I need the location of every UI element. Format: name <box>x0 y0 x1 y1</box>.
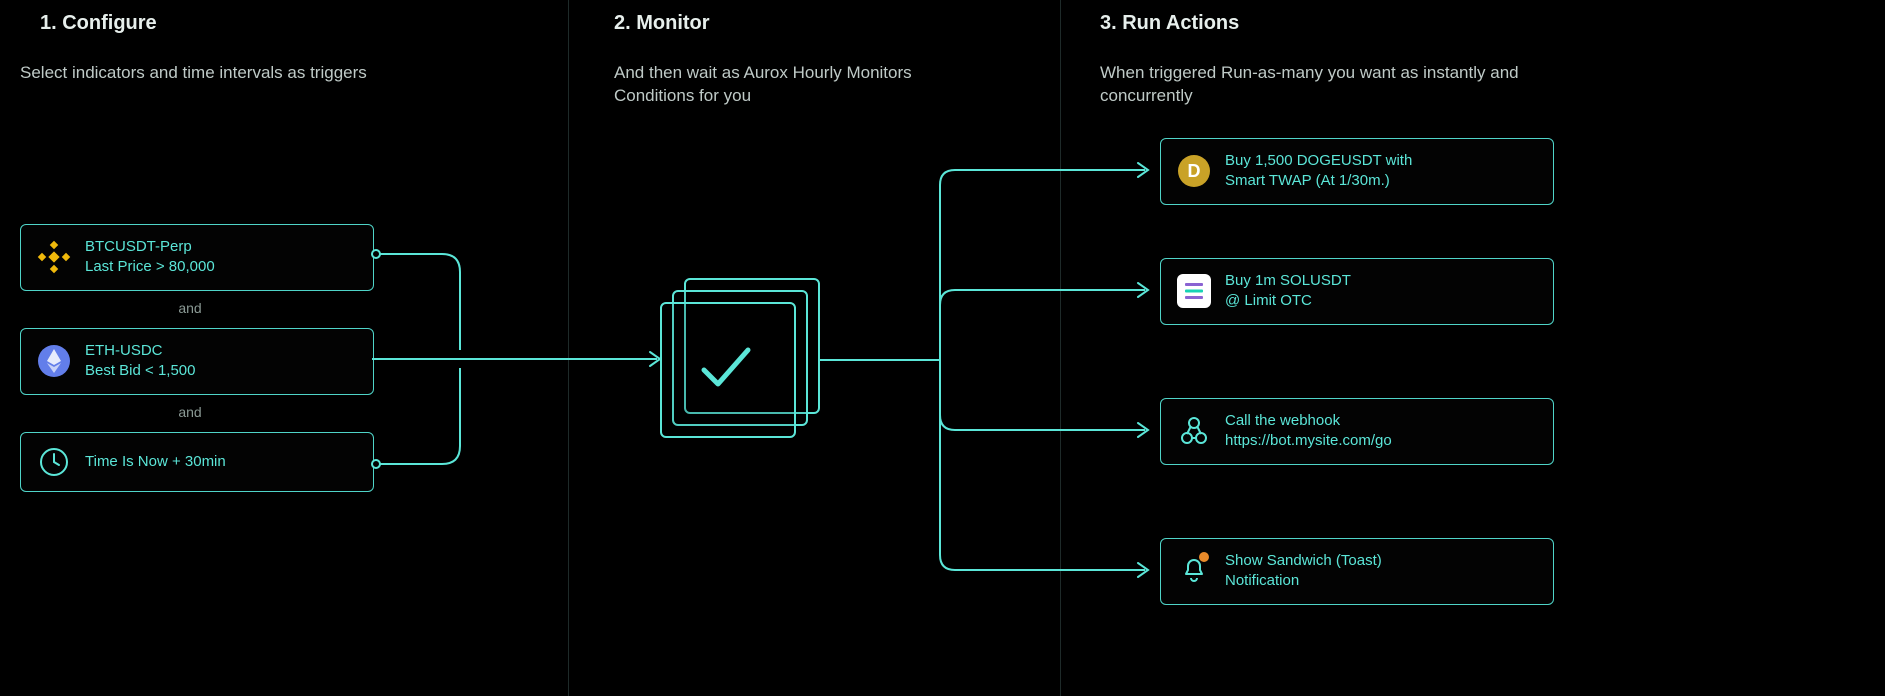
joiner-and: and <box>160 300 220 316</box>
action-text: Call the webhook https://bot.mysite.com/… <box>1225 411 1392 452</box>
action-text: Buy 1,500 DOGEUSDT with Smart TWAP (At 1… <box>1225 151 1412 192</box>
col2-title: 2. Monitor <box>614 12 710 35</box>
bell-icon <box>1177 554 1211 588</box>
col1-title: 1. Configure <box>40 12 157 35</box>
binance-icon <box>37 240 71 274</box>
trigger-card: ETH-USDC Best Bid < 1,500 <box>20 328 374 395</box>
action-card: Show Sandwich (Toast) Notification <box>1160 538 1554 605</box>
doge-icon: D <box>1177 154 1211 188</box>
connector-left <box>372 224 662 504</box>
trigger-text: Time Is Now + 30min <box>85 452 226 472</box>
trigger-text: BTCUSDT-Perp Last Price > 80,000 <box>85 237 215 278</box>
sol-icon <box>1177 274 1211 308</box>
monitor-check <box>660 278 820 438</box>
separator <box>1060 0 1061 696</box>
col1-sub: Select indicators and time intervals as … <box>20 62 367 85</box>
col3-title: 3. Run Actions <box>1100 12 1239 35</box>
action-card: Call the webhook https://bot.mysite.com/… <box>1160 398 1554 465</box>
joiner-and: and <box>160 404 220 420</box>
action-card: Buy 1m SOLUSDT @ Limit OTC <box>1160 258 1554 325</box>
action-card: D Buy 1,500 DOGEUSDT with Smart TWAP (At… <box>1160 138 1554 205</box>
col3-sub: When triggered Run-as-many you want as i… <box>1100 62 1540 108</box>
check-icon <box>660 302 792 434</box>
action-text: Buy 1m SOLUSDT @ Limit OTC <box>1225 271 1351 312</box>
col2-sub: And then wait as Aurox Hourly Monitors C… <box>614 62 974 108</box>
clock-icon <box>37 445 71 479</box>
workflow-diagram: 1. Configure Select indicators and time … <box>0 0 1885 696</box>
trigger-card: BTCUSDT-Perp Last Price > 80,000 <box>20 224 374 291</box>
svg-text:D: D <box>1188 161 1201 181</box>
eth-icon <box>37 344 71 378</box>
connector-right <box>820 150 1160 670</box>
separator <box>568 0 569 696</box>
action-text: Show Sandwich (Toast) Notification <box>1225 551 1382 592</box>
trigger-text: ETH-USDC Best Bid < 1,500 <box>85 341 196 382</box>
webhook-icon <box>1177 414 1211 448</box>
trigger-card: Time Is Now + 30min <box>20 432 374 492</box>
